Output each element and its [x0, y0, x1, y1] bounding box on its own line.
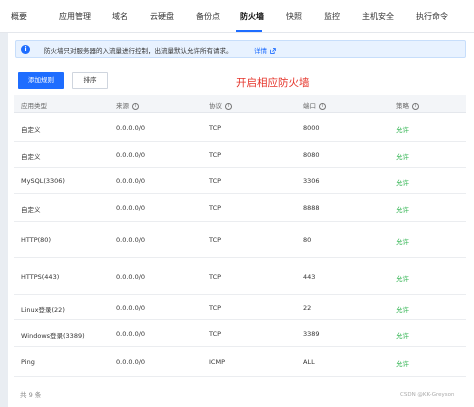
cell-policy: 允许 — [396, 126, 409, 134]
left-sidebar-strip — [0, 33, 8, 407]
cell-protocol: TCP — [209, 177, 222, 185]
header-port-label: 端口 — [303, 102, 316, 110]
cell-source: 0.0.0.0/0 — [116, 124, 146, 132]
cell-policy: 允许 — [396, 238, 409, 246]
cell-port: 8000 — [303, 124, 320, 132]
cell-app-type: Windows登录(3389) — [21, 332, 85, 340]
tab-run-command[interactable]: 执行命令 — [416, 11, 448, 22]
cell-protocol: TCP — [209, 236, 222, 244]
table-row: HTTPS(443) 0.0.0.0/0 TCP 443 允许 — [14, 258, 466, 295]
table-row: 自定义 0.0.0.0/0 TCP 8000 允许 — [14, 113, 466, 142]
cell-protocol: TCP — [209, 124, 222, 132]
table-row: 自定义 0.0.0.0/0 TCP 8888 允许 — [14, 194, 466, 222]
header-app-type: 应用类型 — [21, 102, 47, 110]
cell-source: 0.0.0.0/0 — [116, 358, 146, 366]
tab-monitor[interactable]: 监控 — [324, 11, 340, 22]
total-count: 共 9 条 — [20, 391, 42, 399]
cell-app-type: Linux登录(22) — [21, 306, 65, 314]
table-header: 应用类型 来源 i 协议 i 端口 i 策略 i — [14, 95, 466, 113]
table-row: Windows登录(3389) 0.0.0.0/0 TCP 3389 允许 — [14, 320, 466, 347]
tab-backup[interactable]: 备份点 — [196, 11, 220, 22]
details-link-label[interactable]: 详情 — [254, 47, 267, 55]
cell-protocol: TCP — [209, 151, 222, 159]
header-source: 来源 i — [116, 100, 139, 110]
top-tab-bar: 概要 应用管理 域名 云硬盘 备份点 防火墙 快照 监控 主机安全 执行命令 — [0, 0, 474, 33]
cell-policy: 允许 — [396, 275, 409, 283]
details-link[interactable]: 详情 — [254, 45, 276, 55]
annotation-text: 开启相应防火墙 — [236, 77, 310, 89]
table-row: MySQL(3306) 0.0.0.0/0 TCP 3306 允许 — [14, 168, 466, 194]
cell-port: 80 — [303, 236, 312, 244]
info-notice: i 防火墙只对服务器的入流量进行控制，出流量默认允许所有请求。 详情 — [15, 40, 466, 58]
cell-protocol: ICMP — [209, 358, 225, 366]
table-row: HTTP(80) 0.0.0.0/0 TCP 80 允许 — [14, 222, 466, 258]
cell-policy: 允许 — [396, 360, 409, 368]
tab-host-security[interactable]: 主机安全 — [362, 11, 394, 22]
table-row: Ping 0.0.0.0/0 ICMP ALL 允许 — [14, 347, 466, 377]
sort-button[interactable]: 排序 — [72, 72, 108, 89]
cell-protocol: TCP — [209, 330, 222, 338]
cell-app-type: 自定义 — [21, 126, 41, 134]
header-source-label: 来源 — [116, 102, 129, 110]
tab-overview[interactable]: 概要 — [11, 11, 27, 22]
cell-app-type: 自定义 — [21, 206, 41, 214]
cell-protocol: TCP — [209, 273, 222, 281]
info-icon: i — [21, 45, 30, 54]
cell-policy: 允许 — [396, 332, 409, 340]
cell-protocol: TCP — [209, 204, 222, 212]
watermark: CSDN @KK-Greyson — [400, 392, 455, 398]
info-icon[interactable]: i — [319, 102, 326, 110]
cell-policy: 允许 — [396, 306, 409, 314]
info-icon[interactable]: i — [412, 102, 419, 110]
external-link-icon — [270, 48, 276, 54]
header-port: 端口 i — [303, 100, 326, 110]
cell-app-type: Ping — [21, 358, 35, 366]
cell-port: 8080 — [303, 151, 320, 159]
tab-app-management[interactable]: 应用管理 — [59, 11, 91, 22]
tab-domain[interactable]: 域名 — [112, 11, 128, 22]
cell-port: 3306 — [303, 177, 320, 185]
cell-app-type: MySQL(3306) — [21, 177, 65, 185]
header-protocol-label: 协议 — [209, 102, 222, 110]
cell-policy: 允许 — [396, 206, 409, 214]
cell-app-type: HTTPS(443) — [21, 273, 60, 281]
cell-port: 3389 — [303, 330, 320, 338]
header-protocol: 协议 i — [209, 100, 232, 110]
tab-snapshot[interactable]: 快照 — [286, 11, 302, 22]
cell-source: 0.0.0.0/0 — [116, 330, 146, 338]
cell-source: 0.0.0.0/0 — [116, 273, 146, 281]
cell-policy: 允许 — [396, 153, 409, 161]
cell-app-type: HTTP(80) — [21, 236, 51, 244]
table-row: 自定义 0.0.0.0/0 TCP 8080 允许 — [14, 142, 466, 168]
cell-policy: 允许 — [396, 179, 409, 187]
add-rule-button[interactable]: 添加规则 — [18, 72, 64, 89]
cell-port: 8888 — [303, 204, 320, 212]
header-policy-label: 策略 — [396, 102, 409, 110]
cell-source: 0.0.0.0/0 — [116, 151, 146, 159]
cell-source: 0.0.0.0/0 — [116, 204, 146, 212]
table-row: Linux登录(22) 0.0.0.0/0 TCP 22 允许 — [14, 295, 466, 320]
cell-source: 0.0.0.0/0 — [116, 304, 146, 312]
cell-source: 0.0.0.0/0 — [116, 236, 146, 244]
info-icon[interactable]: i — [132, 102, 139, 110]
cell-port: 22 — [303, 304, 312, 312]
tab-cloud-disk[interactable]: 云硬盘 — [150, 11, 174, 22]
cell-port: ALL — [303, 358, 315, 366]
cell-port: 443 — [303, 273, 316, 281]
header-policy: 策略 i — [396, 100, 419, 110]
tab-firewall[interactable]: 防火墙 — [240, 11, 264, 22]
cell-app-type: 自定义 — [21, 153, 41, 161]
active-tab-indicator — [236, 30, 262, 32]
cell-source: 0.0.0.0/0 — [116, 177, 146, 185]
notice-text: 防火墙只对服务器的入流量进行控制，出流量默认允许所有请求。 — [44, 47, 233, 55]
info-icon[interactable]: i — [225, 102, 232, 110]
cell-protocol: TCP — [209, 304, 222, 312]
